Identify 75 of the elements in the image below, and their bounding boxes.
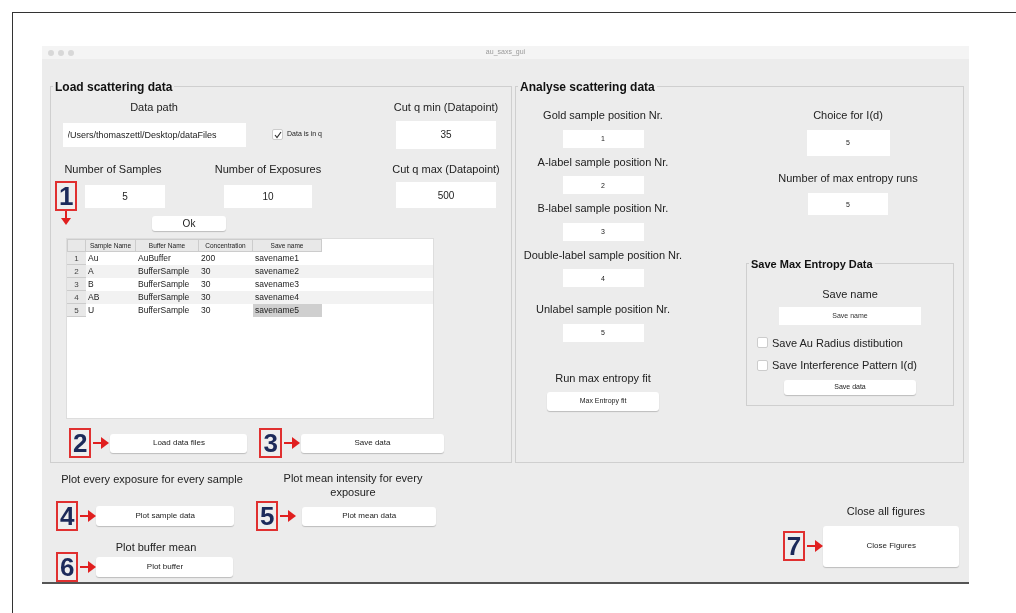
table-cell-text: 30 (200, 291, 212, 304)
table-cell-text: AuBuffer (137, 252, 172, 265)
field-label: Close all figures (846, 504, 926, 519)
push-button[interactable]: Plot sample data (96, 506, 234, 526)
arrow-icon (80, 510, 97, 522)
field-label: Number of max entropy runs (778, 170, 918, 186)
table-cell-text: savename1 (254, 252, 300, 265)
field-label: Choice for I(d) (813, 108, 883, 123)
callout-number: 3 (259, 428, 282, 458)
field-label: A-label sample position Nr. (537, 154, 669, 170)
checkbox[interactable] (272, 129, 283, 140)
table-cell-text: savename2 (254, 265, 300, 278)
field-label: Double-label sample position Nr. (523, 247, 683, 263)
field-label: Data path (130, 100, 178, 115)
arrow-icon (280, 510, 297, 522)
input-field[interactable]: /Users/thomaszettl/Desktop/dataFiles (62, 122, 246, 147)
row-number: 1 (67, 252, 86, 265)
field-label: Number of Samples (64, 161, 162, 177)
table-cell-text: BufferSample (137, 304, 191, 317)
field-label: Gold sample position Nr. (543, 108, 663, 123)
checkbox[interactable] (757, 337, 768, 349)
table-cell-text: BufferSample (137, 278, 191, 291)
arrow-icon (283, 437, 300, 449)
push-button[interactable]: Close Figures (823, 525, 960, 567)
table-cell-text: A (87, 265, 95, 278)
table-cell-text: 30 (200, 304, 212, 317)
arrow-icon (93, 437, 110, 449)
table-cell-text: 30 (200, 278, 212, 291)
callout-number: 5 (255, 501, 279, 531)
field-label: Plot mean intensity for every exposure (282, 471, 424, 499)
table-cell-text: savename3 (254, 278, 300, 291)
row-number: 2 (67, 265, 86, 278)
field-label: Number of Exposures (214, 161, 322, 177)
row-number: 5 (67, 304, 86, 317)
table-cell-text: U (87, 304, 96, 317)
field-label: Plot every exposure for every sample (60, 472, 244, 487)
table-cell-text: BufferSample (137, 291, 191, 304)
table-cell-text: BufferSample (137, 265, 191, 278)
arrow-icon (807, 540, 824, 552)
table-cell-text: B (87, 278, 95, 291)
input-field[interactable]: 500 (396, 182, 496, 208)
input-field[interactable]: 10 (224, 185, 312, 208)
field-label: Plot buffer mean (114, 540, 198, 555)
table-cell-text: Au (87, 252, 100, 265)
table-cell-text: 200 (200, 252, 217, 265)
push-button[interactable]: Save data (300, 433, 444, 453)
field-label: Cut q max (Datapoint) (392, 161, 500, 177)
push-button[interactable]: Load data files (110, 433, 248, 453)
arrow-icon (80, 560, 97, 573)
checkbox-label: Save Au Radius distibution (772, 335, 903, 351)
callout-number: 6 (56, 551, 79, 582)
checkbox[interactable] (757, 359, 768, 371)
input-field[interactable]: 35 (396, 120, 496, 149)
callout-number: 1 (55, 180, 78, 211)
callout-number: 7 (782, 531, 806, 561)
field-label: B-label sample position Nr. (537, 201, 669, 216)
checkbox-label: Save Interference Pattern I(d) (772, 358, 917, 373)
table-cell-text: 30 (200, 265, 212, 278)
arrow-icon (61, 210, 72, 225)
field-label: Cut q min (Datapoint) (393, 100, 499, 115)
row-number: 3 (67, 278, 86, 291)
field-label: Run max entropy fit (555, 370, 651, 386)
check-icon (273, 130, 282, 139)
table-cell-text: savename4 (254, 291, 300, 304)
table-cell: savename5 (253, 304, 322, 317)
table-cell-text: AB (87, 291, 101, 304)
push-button[interactable]: Plot buffer (96, 556, 234, 577)
callout-number: 4 (56, 501, 79, 531)
push-button[interactable]: Plot mean data (302, 506, 436, 526)
callout-number: 2 (69, 428, 92, 458)
field-label: Unlabel sample position Nr. (536, 302, 670, 317)
input-field[interactable]: 5 (85, 185, 165, 208)
row-number: 4 (67, 291, 86, 304)
field-label: Save name (822, 287, 878, 302)
push-button[interactable]: Ok (152, 216, 226, 231)
